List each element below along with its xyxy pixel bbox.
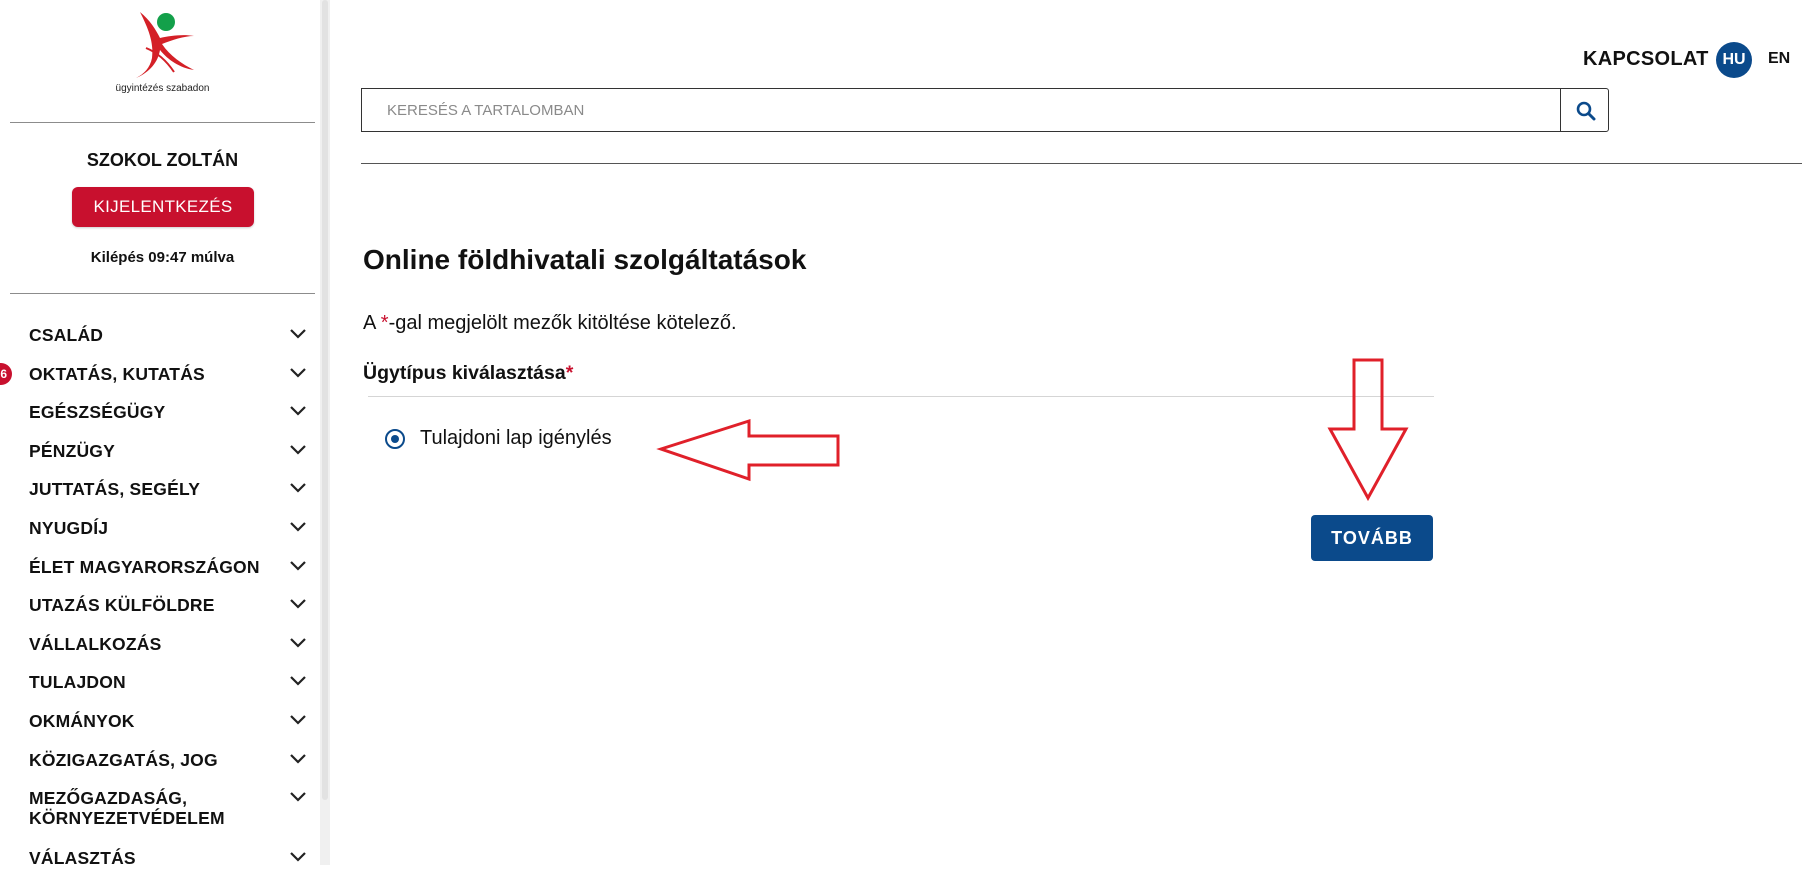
sidebar-item-label: VÁLLALKOZÁS bbox=[29, 633, 162, 654]
chevron-down-icon bbox=[290, 599, 306, 609]
chevron-down-icon bbox=[290, 676, 306, 686]
required-note-suffix: -gal megjelölt mezők kitöltése kötelező. bbox=[388, 312, 737, 334]
chevron-down-icon bbox=[290, 329, 306, 339]
radio-button[interactable] bbox=[385, 429, 405, 449]
search-button[interactable] bbox=[1560, 88, 1609, 132]
sidebar-item-label-line2: KÖRNYEZETVÉDELEM bbox=[29, 808, 225, 829]
annotation-down-arrow bbox=[1327, 358, 1409, 501]
case-type-label-text: Ügytípus kiválasztása bbox=[363, 362, 566, 384]
search-icon bbox=[1576, 101, 1596, 121]
radio-selected-dot bbox=[391, 435, 399, 443]
required-fields-note: A *-gal megjelölt mezők kitöltése kötele… bbox=[363, 312, 737, 335]
sidebar-item-label-line1: MEZŐGAZDASÁG, bbox=[29, 788, 188, 809]
sidebar-item-label: OKMÁNYOK bbox=[29, 710, 135, 731]
sidebar-scrollbar-thumb[interactable] bbox=[322, 0, 328, 800]
user-name: SZOKOL ZOLTÁN bbox=[86, 150, 239, 170]
session-timer: Kilépés 09:47 múlva bbox=[90, 249, 235, 266]
sidebar-item-kozigazgatas-jog[interactable]: KÖZIGAZGATÁS, JOG bbox=[0, 740, 320, 779]
sidebar-item-label: OKTATÁS, KUTATÁS bbox=[29, 363, 205, 384]
logo-text: ügyintézés szabadon bbox=[115, 83, 210, 94]
sidebar-item-okmanyok[interactable]: OKMÁNYOK bbox=[0, 701, 320, 740]
logo[interactable]: ügyintézés szabadon bbox=[100, 8, 225, 98]
sidebar-item-label: CSALÁD bbox=[29, 325, 104, 345]
chevron-down-icon bbox=[290, 715, 306, 725]
sidebar-item-vallalkozas[interactable]: VÁLLALKOZÁS bbox=[0, 624, 320, 663]
sidebar-item-nyugdij[interactable]: NYUGDÍJ bbox=[0, 508, 320, 547]
sidebar-item-label: UTAZÁS KÜLFÖLDRE bbox=[29, 595, 215, 616]
sidebar-item-juttatas-segely[interactable]: JUTTATÁS, SEGÉLY bbox=[0, 469, 320, 508]
sidebar-divider-top bbox=[10, 122, 315, 123]
sidebar-item-label: NYUGDÍJ bbox=[29, 517, 109, 538]
sidebar-item-label: TULAJDON bbox=[29, 672, 126, 693]
notification-badge: 6 bbox=[0, 362, 12, 385]
sidebar-nav: CSALÁD 6 OKTATÁS, KUTATÁS EGÉSZSÉGÜGY PÉ… bbox=[0, 315, 320, 877]
sidebar-item-mezogazdasag[interactable]: MEZŐGAZDASÁG, KÖRNYEZETVÉDELEM bbox=[0, 778, 320, 838]
sidebar-item-label: VÁLASZTÁS bbox=[29, 848, 136, 869]
sidebar-item-penzugy[interactable]: PÉNZÜGY bbox=[0, 431, 320, 470]
required-note-prefix: A bbox=[363, 312, 381, 334]
required-star: * bbox=[565, 362, 574, 384]
sidebar-item-label: EGÉSZSÉGÜGY bbox=[29, 402, 166, 423]
language-en-button[interactable]: EN bbox=[1768, 50, 1790, 68]
sidebar-item-label: PÉNZÜGY bbox=[29, 440, 115, 461]
sidebar-divider-bottom bbox=[10, 293, 315, 294]
case-type-label: Ügytípus kiválasztása* bbox=[363, 362, 573, 385]
chevron-down-icon bbox=[290, 792, 306, 802]
chevron-down-icon bbox=[290, 367, 306, 378]
sidebar-item-label: JUTTATÁS, SEGÉLY bbox=[29, 479, 201, 500]
sidebar-item-egeszsegugy[interactable]: EGÉSZSÉGÜGY bbox=[0, 392, 320, 431]
chevron-down-icon bbox=[290, 483, 306, 493]
chevron-down-icon bbox=[290, 522, 306, 532]
sidebar-item-oktatas-kutatas[interactable]: 6 OKTATÁS, KUTATÁS bbox=[0, 354, 320, 393]
sidebar-item-label: KÖZIGAZGATÁS, JOG bbox=[29, 749, 218, 770]
chevron-down-icon bbox=[290, 406, 306, 416]
sidebar-item-valasztas[interactable]: VÁLASZTÁS bbox=[0, 838, 320, 877]
next-button[interactable]: TOVÁBB bbox=[1311, 515, 1433, 561]
sidebar-item-csalad[interactable]: CSALÁD bbox=[0, 315, 320, 354]
annotation-left-arrow bbox=[656, 418, 840, 482]
chevron-down-icon bbox=[290, 445, 306, 455]
required-star: * bbox=[380, 312, 389, 334]
header-divider bbox=[361, 163, 1802, 164]
sidebar-item-utazas-kulfoldre[interactable]: UTAZÁS KÜLFÖLDRE bbox=[0, 585, 320, 624]
sidebar-item-label: ÉLET MAGYARORSZÁGON bbox=[29, 556, 260, 577]
sidebar: ügyintézés szabadon SZOKOL ZOLTÁN KIJELE… bbox=[0, 0, 320, 868]
sidebar-item-tulajdon[interactable]: TULAJDON bbox=[0, 662, 320, 701]
search-input[interactable] bbox=[361, 88, 1561, 132]
contact-link[interactable]: KAPCSOLAT bbox=[1583, 48, 1709, 71]
sidebar-item-label: MEZŐGAZDASÁG, KÖRNYEZETVÉDELEM bbox=[29, 788, 225, 828]
chevron-down-icon bbox=[290, 753, 306, 764]
field-divider bbox=[368, 396, 1434, 397]
language-hu-button[interactable]: HU bbox=[1716, 42, 1752, 78]
chevron-down-icon bbox=[290, 560, 306, 571]
page-title: Online földhivatali szolgáltatások bbox=[363, 244, 807, 275]
logout-button[interactable]: KIJELENTKEZÉS bbox=[72, 187, 254, 227]
sidebar-item-elet-magyarorszagon[interactable]: ÉLET MAGYARORSZÁGON bbox=[0, 547, 320, 586]
chevron-down-icon bbox=[290, 852, 306, 862]
logo-icon bbox=[136, 12, 194, 78]
radio-label[interactable]: Tulajdoni lap igénylés bbox=[420, 427, 612, 450]
chevron-down-icon bbox=[290, 637, 306, 648]
